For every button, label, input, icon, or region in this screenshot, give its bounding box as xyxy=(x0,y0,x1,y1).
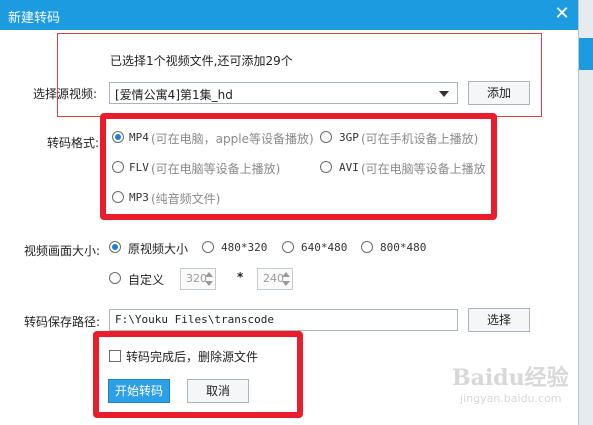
format-option-mp4-desc: (可在电脑，apple等设备播放) xyxy=(151,132,314,146)
save-path-label: 转码保存路径: xyxy=(24,315,101,329)
size-label: 视频画面大小: xyxy=(24,244,101,258)
size-option-480x320: 480*320 xyxy=(221,241,268,254)
dialog-title: 新建转码 xyxy=(8,11,61,26)
cancel-button[interactable]: 取消 xyxy=(187,379,249,403)
delete-source-label: 转码完成后，删除源文件 xyxy=(126,350,259,364)
format-option-mp4-name: MP4 xyxy=(129,131,149,144)
actions-highlight-box xyxy=(93,331,303,418)
size-times-sign: * xyxy=(237,270,244,284)
format-option-flv-desc: (可在电脑等设备上播放) xyxy=(151,162,281,176)
delete-source-checkbox[interactable] xyxy=(109,350,121,362)
custom-width-stepper[interactable]: 320 xyxy=(180,268,216,290)
format-option-mp3-name: MP3 xyxy=(129,191,149,204)
source-video-value: [爱情公寓4]第1集_hd xyxy=(115,88,233,102)
choose-path-button[interactable]: 选择 xyxy=(468,308,530,332)
add-button[interactable]: 添加 xyxy=(468,81,530,105)
source-video-label: 选择源视频: xyxy=(33,87,98,101)
format-option-avi-name: AVI xyxy=(339,161,359,174)
size-option-original: 原视频大小 xyxy=(128,242,189,256)
title-bar[interactable]: 新建转码 ✕ xyxy=(0,0,578,30)
format-option-avi-desc: (可在电脑等设备上播放 xyxy=(361,162,486,176)
format-option-3gp-desc: (可在手机设备上播放) xyxy=(361,132,479,146)
watermark-url: jingyan.baidu.com xyxy=(460,392,562,405)
format-option-flv-name: FLV xyxy=(129,161,149,174)
format-option-mp3-desc: (纯音频文件) xyxy=(151,192,221,206)
baidu-watermark: Baidu经验 jingyan.baidu.com xyxy=(452,360,580,412)
format-option-3gp-name: 3GP xyxy=(339,131,359,144)
start-transcode-button[interactable]: 开始转码 xyxy=(108,379,170,403)
custom-height-stepper[interactable]: 240 xyxy=(257,268,293,290)
format-label: 转码格式: xyxy=(47,136,100,150)
custom-width-value: 320 xyxy=(186,272,207,285)
size-radio-480x320[interactable] xyxy=(202,241,214,253)
size-option-640x480: 640*480 xyxy=(301,241,348,254)
format-radio-mp3[interactable] xyxy=(112,191,124,203)
save-path-field[interactable]: F:\Youku Files\transcode xyxy=(109,309,458,331)
size-option-800x480: 800*480 xyxy=(380,241,427,254)
close-icon[interactable]: ✕ xyxy=(552,4,572,24)
size-radio-640x480[interactable] xyxy=(282,241,294,253)
new-transcode-dialog: 新建转码 ✕ 已选择1个视频文件,还可添加29个 选择源视频: [爱情公寓4]第… xyxy=(0,0,579,425)
format-radio-flv[interactable] xyxy=(112,161,124,173)
size-radio-800x480[interactable] xyxy=(361,241,373,253)
chevron-down-icon[interactable] xyxy=(439,91,449,97)
size-radio-custom[interactable] xyxy=(109,272,121,284)
source-video-select[interactable]: [爱情公寓4]第1集_hd xyxy=(109,82,458,104)
custom-height-value: 240 xyxy=(263,272,284,285)
size-custom-label: 自定义 xyxy=(128,273,165,287)
format-radio-avi[interactable] xyxy=(320,161,332,173)
format-radio-mp4[interactable] xyxy=(112,131,124,143)
size-radio-original[interactable] xyxy=(109,241,121,253)
format-radio-3gp[interactable] xyxy=(320,131,332,143)
selection-status-text: 已选择1个视频文件,还可添加29个 xyxy=(110,54,293,68)
background-window-tab xyxy=(579,38,593,70)
watermark-brand: Baidu经验 xyxy=(452,365,569,391)
